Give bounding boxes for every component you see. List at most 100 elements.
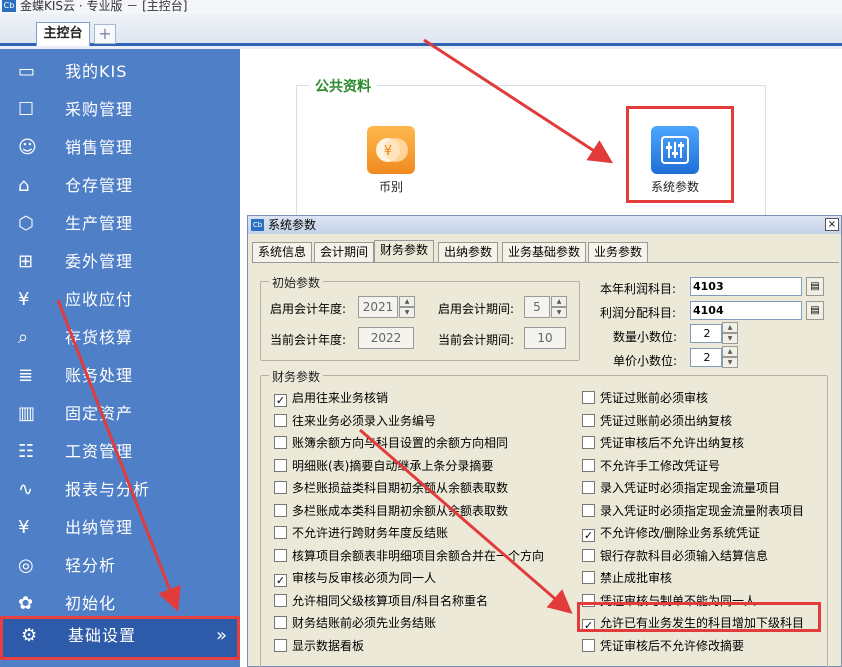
checkbox-icon[interactable] — [582, 436, 595, 449]
checkbox-icon[interactable] — [274, 413, 287, 427]
checkbox-icon[interactable] — [274, 616, 287, 629]
sidebar-item-4[interactable]: ⬡ 生产管理 — [0, 205, 240, 243]
finance-left-checkbox-0[interactable]: ✓ 启用往来业务核销 — [274, 389, 388, 407]
qty-decimals-input[interactable]: 2 — [690, 324, 722, 343]
finance-right-checkbox-1[interactable]: 凭证过账前必须出纳复核 — [582, 412, 732, 429]
checkbox-label: 财务结账前必须先业务结账 — [292, 616, 437, 630]
checkbox-icon[interactable] — [582, 481, 595, 494]
checkbox-label: 明细账(表)摘要自动继承上条分录摘要 — [292, 458, 494, 473]
checkbox-icon[interactable] — [582, 638, 595, 652]
checkbox-icon[interactable] — [274, 526, 287, 539]
checkbox-icon[interactable] — [582, 391, 595, 404]
checkbox-icon[interactable] — [582, 503, 595, 517]
finance-left-checkbox-9[interactable]: 允许相同父级核算项目/科目名称重名 — [274, 592, 488, 609]
sidebar-item-2[interactable]: ☺ 销售管理 — [0, 129, 240, 167]
add-tab-button[interactable]: + — [94, 24, 116, 44]
tab-0[interactable]: 系统信息 — [252, 242, 313, 262]
finance-left-checkbox-2[interactable]: 账簿余额方向与科目设置的余额方向相同 — [274, 434, 508, 451]
sidebar-item-label: 轻分析 — [65, 556, 117, 575]
finance-right-checkbox-8[interactable]: 禁止成批审核 — [582, 569, 672, 586]
sidebar-item-label: 初始化 — [65, 594, 117, 613]
profit-account-input[interactable]: 4103 — [690, 277, 802, 296]
qty-decimals-stepper[interactable]: ▲ ▼ — [722, 322, 738, 345]
expand-arrow-icon[interactable]: » — [216, 625, 227, 646]
finance-left-checkbox-6[interactable]: 不允许进行跨财务年度反结账 — [274, 524, 448, 541]
checkbox-icon[interactable]: ✓ — [274, 394, 287, 407]
checkbox-icon[interactable] — [274, 481, 287, 494]
sidebar-item-12[interactable]: ¥ 出纳管理 — [0, 509, 240, 547]
finance-left-checkbox-8[interactable]: ✓ 审核与反审核必须为同一人 — [274, 569, 436, 587]
checkbox-icon[interactable] — [274, 593, 287, 607]
checkbox-icon[interactable] — [274, 458, 287, 472]
checkbox-icon[interactable] — [582, 458, 595, 472]
finance-right-checkbox-6[interactable]: ✓ 不允许修改/删除业务系统凭证 — [582, 524, 760, 542]
sidebar-item-11[interactable]: ∿ 报表与分析 — [0, 471, 240, 509]
finance-tab-panel: 初始参数 启用会计年度: 2021 ▲ ▼ 启用会计期间: 5 ▲ ▼ 当前会计年度: … — [252, 262, 839, 667]
finance-left-checkbox-5[interactable]: 多栏账成本类科目期初余额从余额表取数 — [274, 502, 508, 519]
tab-4[interactable]: 业务基础参数 — [502, 242, 587, 262]
start-year-stepper[interactable]: ▲ ▼ — [399, 296, 415, 318]
finance-left-checkbox-11[interactable]: 显示数据看板 — [274, 637, 364, 654]
finance-right-checkbox-4[interactable]: 录入凭证时必须指定现金流量项目 — [582, 479, 780, 496]
finance-left-checkbox-4[interactable]: 多栏账损益类科目期初余额从余额表取数 — [274, 479, 508, 496]
checkbox-icon[interactable] — [274, 638, 287, 652]
sidebar-item-9[interactable]: ▥ 固定资产 — [0, 395, 240, 433]
distribution-account-lookup-button[interactable]: ▤ — [806, 301, 824, 320]
start-period-stepper[interactable]: ▲ ▼ — [551, 296, 567, 318]
start-year-spinner[interactable]: 2021 ▲ ▼ — [358, 296, 415, 318]
distribution-account-input[interactable]: 4104 — [690, 301, 802, 320]
tab-3[interactable]: 出纳参数 — [438, 242, 499, 262]
sidebar-item-5[interactable]: ⊞ 委外管理 — [0, 243, 240, 281]
profit-account-label: 本年利润科目: — [600, 282, 677, 296]
finance-left-checkbox-7[interactable]: 核算项目余额表非明细项目余额合并在一个方向 — [274, 547, 544, 564]
finance-right-checkbox-0[interactable]: 凭证过账前必须审核 — [582, 389, 708, 406]
sidebar-item-label: 固定资产 — [65, 404, 134, 423]
qty-decimals-stepper-buttons[interactable]: ▲ ▼ — [722, 322, 738, 344]
sidebar-item-8[interactable]: ≣ 账务处理 — [0, 357, 240, 395]
checkbox-icon[interactable]: ✓ — [582, 529, 595, 542]
finance-right-checkbox-7[interactable]: 银行存款科目必须输入结算信息 — [582, 547, 768, 564]
checkbox-icon[interactable] — [582, 571, 595, 584]
finance-right-checkbox-11[interactable]: 凭证审核后不允许修改摘要 — [582, 637, 744, 654]
start-period-spinner[interactable]: 5 ▲ ▼ — [524, 296, 567, 318]
finance-right-checkbox-5[interactable]: 录入凭证时必须指定现金流量附表项目 — [582, 502, 804, 519]
sidebar-item-7[interactable]: ⌕ 存货核算 — [0, 319, 240, 357]
finance-left-checkbox-10[interactable]: 财务结账前必须先业务结账 — [274, 614, 436, 631]
finance-left-checkbox-3[interactable]: 明细账(表)摘要自动继承上条分录摘要 — [274, 457, 493, 474]
finance-left-checkbox-1[interactable]: 往来业务必须录入业务编号 — [274, 412, 436, 429]
close-icon[interactable]: × — [825, 218, 839, 231]
tab-1[interactable]: 会计期间 — [314, 242, 375, 262]
checkbox-icon[interactable] — [582, 413, 595, 427]
tab-5[interactable]: 业务参数 — [588, 242, 649, 262]
sidebar-item-0[interactable]: ▭ 我的KIS — [0, 53, 240, 91]
price-decimals-stepper[interactable]: ▲ ▼ — [722, 346, 738, 369]
finance-right-checkbox-3[interactable]: 不允许手工修改凭证号 — [582, 457, 720, 474]
checkbox-icon[interactable] — [274, 436, 287, 449]
checkbox-icon[interactable]: ✓ — [274, 574, 287, 587]
tab-bar: 主控台 + — [0, 14, 842, 46]
monitor-icon: ▭ — [18, 61, 36, 82]
warehouse-icon: ⌂ — [18, 175, 30, 196]
currency-tile[interactable]: ¥ 币别 — [363, 126, 419, 195]
finance-right-checkbox-2[interactable]: 凭证审核后不允许出纳复核 — [582, 434, 744, 451]
analysis-icon: ◎ — [18, 555, 34, 576]
sidebar-item-10[interactable]: ☷ 工资管理 — [0, 433, 240, 471]
sidebar-item-1[interactable]: ☐ 采购管理 — [0, 91, 240, 129]
checkbox-icon[interactable] — [274, 503, 287, 517]
sidebar-item-6[interactable]: ¥ 应收应付 — [0, 281, 240, 319]
start-year-label: 启用会计年度: — [270, 302, 347, 316]
checkbox-label: 核算项目余额表非明细项目余额合并在一个方向 — [292, 548, 545, 563]
sidebar-item-13[interactable]: ◎ 轻分析 — [0, 547, 240, 585]
production-icon: ⬡ — [18, 213, 34, 234]
profit-account-lookup-button[interactable]: ▤ — [806, 277, 824, 296]
checkbox-icon[interactable] — [582, 548, 595, 562]
price-decimals-stepper-buttons[interactable]: ▲ ▼ — [722, 346, 738, 368]
accounting-icon: ≣ — [18, 365, 34, 386]
tab-2[interactable]: 财务参数 — [374, 240, 435, 262]
sidebar-item-3[interactable]: ⌂ 仓存管理 — [0, 167, 240, 205]
sidebar-item-15[interactable]: ⚙ 基础设置 » — [0, 616, 240, 660]
tab-main-console[interactable]: 主控台 — [36, 22, 90, 46]
checkbox-icon[interactable] — [274, 548, 287, 562]
sidebar-item-label: 采购管理 — [65, 100, 134, 119]
price-decimals-input[interactable]: 2 — [690, 348, 722, 367]
